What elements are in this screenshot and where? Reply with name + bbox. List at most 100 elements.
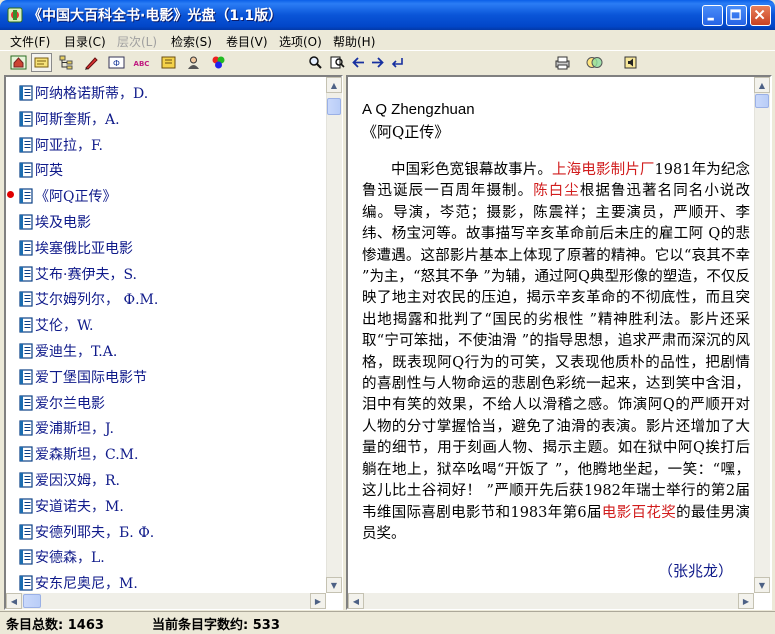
document-icon bbox=[19, 162, 33, 178]
list-item[interactable]: 爱森斯坦，C.M. bbox=[6, 440, 326, 466]
list-item[interactable]: 安道诺夫，M. bbox=[6, 492, 326, 518]
home-button[interactable] bbox=[8, 53, 29, 72]
list-item[interactable]: 艾伦，W. bbox=[6, 311, 326, 337]
list-item-label: 艾伦，W. bbox=[35, 318, 94, 335]
document-icon bbox=[19, 265, 33, 282]
list-item-label: 阿斯奎斯，A. bbox=[35, 111, 120, 128]
entry-list-hscroll[interactable] bbox=[6, 593, 326, 609]
list-item[interactable]: 阿斯奎斯，A. bbox=[6, 105, 326, 131]
document-icon bbox=[19, 188, 33, 204]
search-doc-button[interactable] bbox=[327, 53, 348, 72]
search-icon bbox=[309, 56, 322, 69]
scroll-down-button[interactable]: ▼ bbox=[326, 577, 342, 593]
document-icon bbox=[19, 575, 33, 591]
hscroll-thumb[interactable] bbox=[23, 594, 41, 608]
list-item[interactable]: 埃塞俄比亚电影 bbox=[6, 234, 326, 260]
maximize-button[interactable] bbox=[726, 5, 747, 26]
menu-file[interactable]: 文件(F) bbox=[10, 33, 50, 50]
return-button[interactable] bbox=[387, 53, 408, 72]
scroll-right-button[interactable]: ▶ bbox=[310, 593, 326, 609]
article-text-1: 中国彩色宽银幕故事片。 bbox=[391, 162, 553, 178]
link-chen-baichen[interactable]: 陈白尘 bbox=[533, 183, 580, 199]
copy-button[interactable] bbox=[584, 53, 605, 72]
article-scroll-up-button[interactable]: ▲ bbox=[754, 77, 770, 93]
list-item[interactable]: 爱浦斯坦，J. bbox=[6, 414, 326, 440]
list-item[interactable]: 埃及电影 bbox=[6, 208, 326, 234]
list-item-label: 艾尔姆列尔， Ф.М. bbox=[35, 292, 159, 309]
menu-search[interactable]: 检索(S) bbox=[171, 33, 212, 50]
article-vscroll[interactable] bbox=[754, 77, 770, 593]
document-icon bbox=[19, 549, 33, 565]
article-hscroll[interactable] bbox=[348, 593, 754, 609]
list-item[interactable]: 安东尼奥尼，M. bbox=[6, 569, 326, 593]
article-scroll-thumb[interactable] bbox=[755, 94, 769, 108]
minimize-button[interactable] bbox=[702, 5, 723, 26]
scroll-left-button[interactable]: ◀ bbox=[6, 593, 22, 609]
list-item[interactable]: 爱因汉姆，R. bbox=[6, 466, 326, 492]
link-hundred-flowers-award[interactable]: 电影百花奖 bbox=[602, 505, 676, 521]
tree-button[interactable] bbox=[57, 53, 78, 72]
abc-button[interactable]: ABC bbox=[131, 53, 152, 72]
menu-contents[interactable]: 目录(C) bbox=[64, 33, 106, 50]
print-button[interactable] bbox=[552, 53, 573, 72]
menu-help[interactable]: 帮助(H) bbox=[333, 33, 375, 50]
document-icon bbox=[19, 343, 33, 359]
article-title-pinyin: A Q Zhengzhuan bbox=[362, 101, 475, 118]
list-item[interactable]: 爱丁堡国际电影节 bbox=[6, 363, 326, 389]
menu-options[interactable]: 选项(O) bbox=[279, 33, 322, 50]
scroll-thumb[interactable] bbox=[327, 98, 341, 115]
list-item[interactable]: 艾布·赛伊夫，S. bbox=[6, 260, 326, 286]
list-item[interactable]: 安德列耶夫，Б. Ф. bbox=[6, 518, 326, 544]
book-button[interactable] bbox=[158, 53, 179, 72]
article-scroll-right-button[interactable]: ▶ bbox=[738, 593, 754, 609]
svg-text:Ф: Ф bbox=[113, 59, 120, 68]
back-button[interactable] bbox=[348, 53, 369, 72]
person-button[interactable] bbox=[183, 53, 204, 72]
link-shanghai-film-studio[interactable]: 上海电影制片厂 bbox=[552, 162, 654, 178]
colors-icon bbox=[212, 56, 225, 69]
tree-icon bbox=[59, 55, 73, 70]
list-item[interactable]: 《阿Q正传》 bbox=[6, 182, 326, 208]
list-item[interactable]: 爱尔兰电影 bbox=[6, 389, 326, 415]
close-button[interactable] bbox=[750, 5, 771, 26]
list-item-label: 《阿Q正传》 bbox=[35, 189, 117, 206]
index-card-button[interactable] bbox=[31, 53, 52, 72]
document-icon bbox=[19, 214, 33, 230]
list-item-label: 爱迪生，T.A. bbox=[35, 344, 118, 360]
entry-list-vscroll[interactable] bbox=[326, 77, 342, 593]
menu-level[interactable]: 层次(L) bbox=[117, 33, 157, 50]
list-item[interactable]: 阿英 bbox=[6, 156, 326, 182]
code-button[interactable]: Ф bbox=[106, 53, 127, 72]
article-scroll-down-button[interactable]: ▼ bbox=[754, 577, 770, 593]
document-icon bbox=[19, 317, 33, 333]
list-item-label: 安德森，L. bbox=[35, 550, 105, 567]
list-item-label: 爱森斯坦，C.M. bbox=[35, 447, 139, 464]
abc-icon: ABC bbox=[134, 60, 150, 68]
document-icon bbox=[19, 523, 33, 540]
forward-button[interactable] bbox=[367, 53, 388, 72]
list-item[interactable]: 艾尔姆列尔， Ф.М. bbox=[6, 285, 326, 311]
svg-text:ABC: ABC bbox=[134, 60, 150, 68]
document-icon bbox=[19, 136, 33, 153]
article-author: （张兆龙） bbox=[658, 562, 734, 580]
app-icon[interactable] bbox=[6, 6, 24, 24]
document-icon bbox=[19, 291, 33, 307]
window-title: 《中国大百科全书·电影》光盘（1.1版） bbox=[28, 8, 283, 24]
menu-volume[interactable]: 卷目(V) bbox=[226, 33, 268, 50]
list-item[interactable]: 阿亚拉，F. bbox=[6, 131, 326, 157]
list-item[interactable]: 阿纳格诺斯蒂，D. bbox=[6, 79, 326, 105]
list-item[interactable]: 爱迪生，T.A. bbox=[6, 337, 326, 363]
pen-button[interactable] bbox=[81, 53, 102, 72]
speaker-button[interactable] bbox=[620, 53, 641, 72]
search-button[interactable] bbox=[305, 53, 326, 72]
scroll-up-button[interactable]: ▲ bbox=[326, 77, 342, 93]
document-icon bbox=[19, 446, 33, 462]
entry-list[interactable]: 阿纳格诺斯蒂，D. 阿斯奎斯，A. 阿亚拉，F. 阿英《阿Q正传》埃及电影 埃塞俄比亚电… bbox=[6, 77, 326, 593]
colors-button[interactable] bbox=[208, 53, 229, 72]
list-item[interactable]: 安德森，L. bbox=[6, 543, 326, 569]
book-icon bbox=[161, 56, 176, 69]
search-doc-icon bbox=[330, 56, 345, 69]
article-scroll-left-button[interactable]: ◀ bbox=[348, 593, 364, 609]
article-title: 《阿Q正传》 bbox=[362, 123, 450, 141]
article-text-3: 根据鲁迅著名同名小说改编。导演，岑范；摄影，陈震祥；主要演员，严顺开、李纬、杨宝… bbox=[362, 183, 750, 521]
